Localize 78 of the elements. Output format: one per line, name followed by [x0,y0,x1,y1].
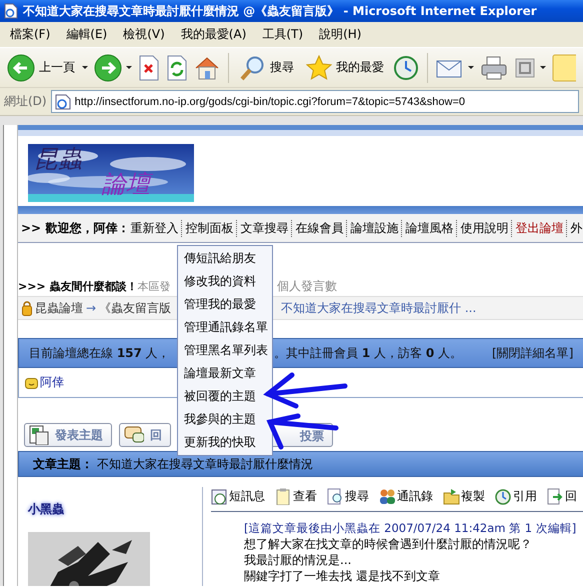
menu-item[interactable]: 工具(T) [254,24,312,45]
toggle-list-link[interactable]: [關閉詳細名單] [492,344,574,362]
folder-arrow-icon [443,488,460,504]
address-field[interactable]: http://insectforum.no-ip.org/gods/cgi-bin/topic.cgi?forum=7&topic=5743&show=0 [50,90,579,113]
breadcrumb-link[interactable]: 不知道大家在搜尋文章時最討厭什 ... [281,300,476,316]
menu-item[interactable]: 論壇最新文章 [178,362,272,385]
home-icon[interactable] [194,56,220,80]
nav-link[interactable]: 論壇風格 [401,220,456,236]
welcome-text: >> 歡迎您，阿倖： [21,220,130,236]
nav-link[interactable]: 控制面板 [181,220,236,236]
new-topic-button[interactable]: 發表主題 [24,423,112,447]
favorites-button[interactable]: 我的最愛 [303,52,387,82]
nav-link[interactable]: 文章搜尋 [236,220,292,236]
online-stats-text: 目前論壇總在線 157 人， [29,344,170,362]
member-link[interactable]: 阿倖 [40,374,64,391]
menu-item[interactable]: 我的最愛(A) [172,24,254,45]
post-action-link[interactable]: 搜尋 [327,488,369,504]
printer-icon[interactable] [480,54,508,80]
stop-icon[interactable] [138,54,160,80]
people-icon [379,488,396,504]
address-label: 網址(D) [4,93,47,110]
post-action-link[interactable]: 通訊錄 [379,488,433,504]
menu-item[interactable]: 編輯(E) [58,24,116,45]
board-stats-text: 本區發 [137,278,170,294]
board-stats-text: 個人發言數 [277,278,337,294]
breadcrumb-link[interactable]: 《蟲友留言版 [99,300,172,316]
page-icon [54,94,71,110]
menu-item[interactable]: 管理我的最愛 [178,293,272,316]
post-text-line: 想了解大家在找文章的時候會遇到什麼討厭的情況呢？ [244,536,533,552]
menu-item[interactable]: 檢視(V) [115,24,173,45]
star-icon [306,54,332,80]
menu-item[interactable]: 檔案(F) [2,24,58,45]
dropdown-caret-icon[interactable] [82,66,88,69]
nav-link[interactable]: 論壇設施 [346,220,402,236]
dropdown-caret-icon[interactable] [126,66,132,69]
dropdown-caret-icon[interactable] [468,66,474,69]
menu-item[interactable]: 被回覆的主題 [178,385,272,408]
document-icon [29,425,49,445]
menu-item[interactable]: 管理通訊錄名單 [178,316,272,339]
search-button[interactable]: 搜尋 [237,52,297,82]
dropdown-caret-icon[interactable] [540,66,546,69]
menu-item[interactable]: 修改我的資料 [178,270,272,293]
breadcrumb-arrow: → [86,301,96,315]
nav-link[interactable]: 使用說明 [456,220,512,236]
member-face-icon [25,376,38,388]
nav-link[interactable]: 登出論壇 [511,220,566,236]
reply-button[interactable]: 回 [119,423,171,447]
speech-bubble-icon [124,425,144,445]
topic-title: 不知道大家在搜尋文章時最討厭什麼情況 [97,456,313,472]
clipboard-icon [275,488,292,504]
menu-item[interactable]: 傳短訊給朋友 [178,247,272,270]
nav-link[interactable]: 外 [566,220,583,236]
post-action-link[interactable]: 複製 [443,488,485,504]
post-action-link[interactable]: 回 [547,488,577,504]
menu-item[interactable]: 說明(H) [311,24,370,45]
nav-link[interactable]: 在線會員 [291,220,346,236]
back-button[interactable]: 上一頁 [4,52,78,84]
post-text-line: 我最討厭的情況是... [244,552,352,568]
refresh-icon[interactable] [166,54,188,80]
online-stats-text: 。其中註冊會員 1 人，訪客 0 人。 [274,344,462,362]
post-action-link[interactable]: 查看 [275,488,317,504]
magnifier-icon [240,54,266,80]
breadcrumb-link[interactable]: 昆蟲論壇 [35,300,83,316]
board-title: >>> 蟲友間什麼都談！ [18,278,138,294]
page-arrow-icon [547,488,564,504]
post-action-link[interactable]: 短訊息 [211,488,265,504]
magnifier-page-icon [327,488,344,504]
author-name[interactable]: 小黑蟲 [28,501,202,518]
page-icon [4,3,18,19]
post-action-link[interactable]: 引用 [495,488,537,504]
edit-note: [這篇文章最後由小黑蟲在 2007/07/24 11:42am 第 1 次編輯] [244,520,578,536]
topic-label: 文章主題： [33,456,93,472]
nav-link[interactable]: 重新登入 [130,220,182,236]
history-clock-icon[interactable] [393,54,419,80]
menu-item[interactable]: 管理黑名單列表 [178,339,272,362]
window-title: 不知道大家在搜尋文章時最討厭什麼情況 @《蟲友留言版》 - Microsoft Internet Explorer [23,2,537,20]
post-text-line: 關鍵字打了一堆去找 還是找不到文章 [244,568,441,584]
lock-icon [22,300,32,316]
